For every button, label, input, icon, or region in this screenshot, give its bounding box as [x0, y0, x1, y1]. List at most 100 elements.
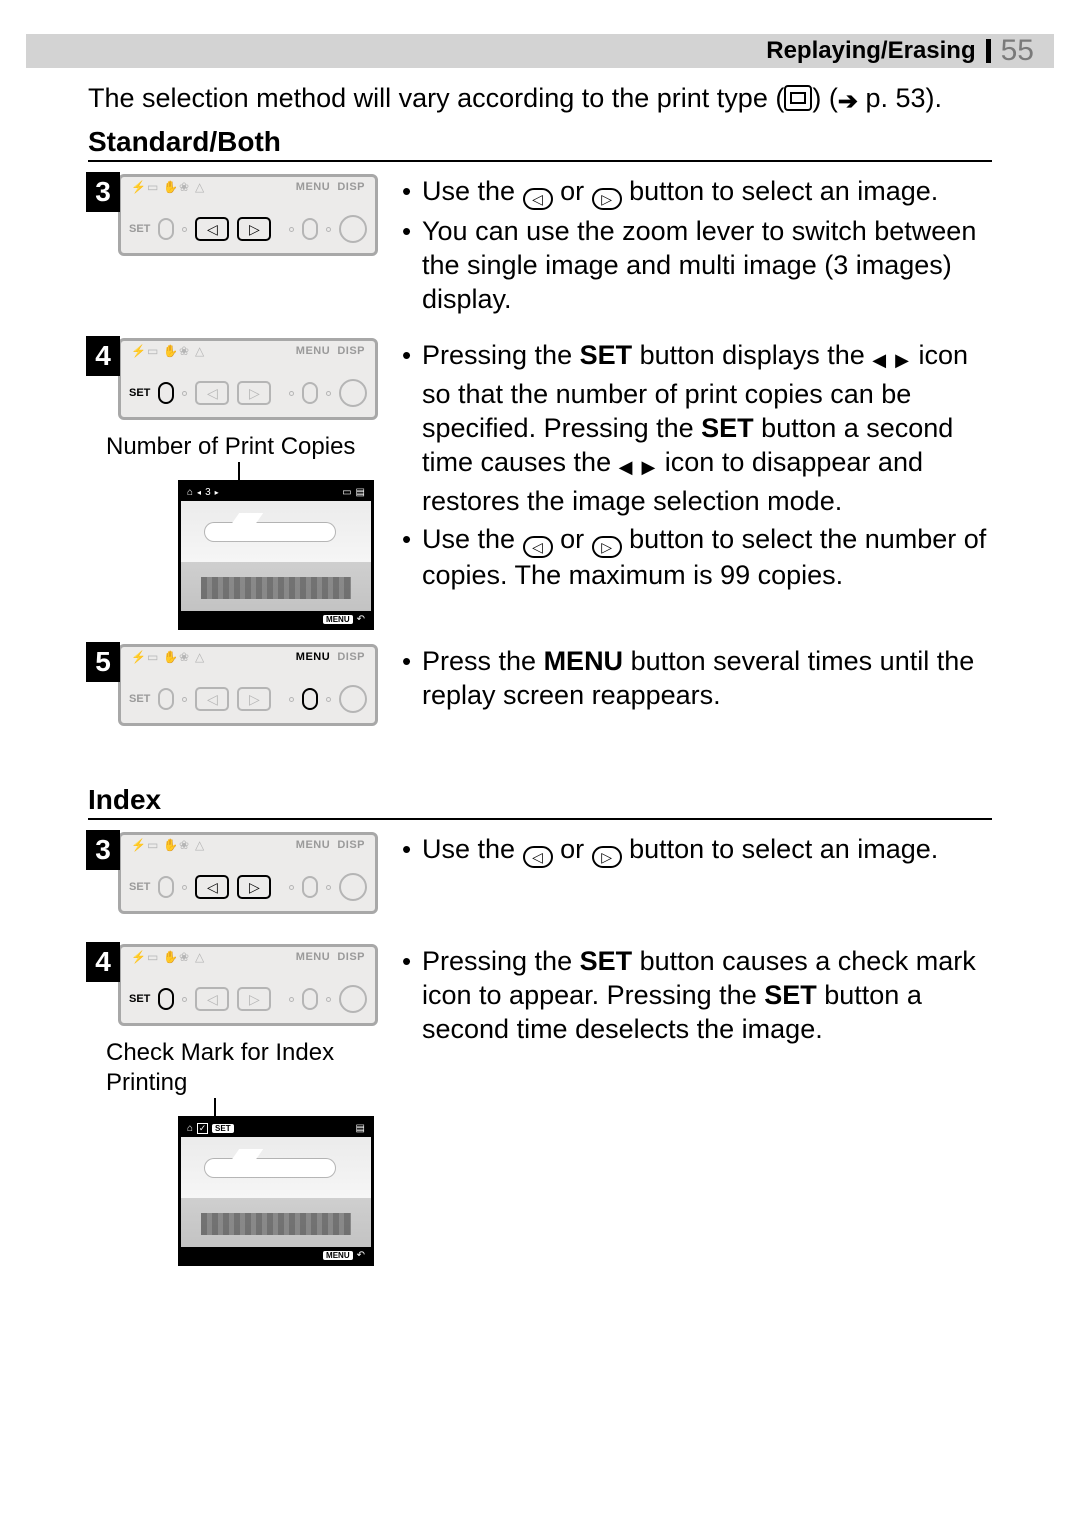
lcd-preview-copies: ⌂◂3▸ ▭▤ MENU↶ — [178, 480, 374, 630]
bullet-press-menu: Press the MENU button several times unti… — [402, 644, 992, 712]
led-dot — [326, 391, 331, 396]
row-standard-4: 4 ⚡▭✋❀△ MENU DISP SET ◁ ▷ — [88, 338, 992, 630]
step-badge-3-index: 3 — [86, 830, 120, 870]
left-button-graphic: ◁ — [195, 875, 229, 899]
undo-icon: ↶ — [357, 614, 365, 625]
led-dot — [182, 997, 187, 1002]
right-button-icon: ▷ — [592, 846, 622, 868]
bullet-set-displays: Pressing the SET button displays the ◀ ▶… — [402, 338, 992, 518]
left-button-graphic: ◁ — [195, 987, 229, 1011]
caption-print-copies: Number of Print Copies — [106, 432, 378, 462]
row-standard-3: 3 ⚡▭✋❀△ MENU DISP SET ◁ ▷ — [88, 174, 992, 320]
led-dot — [326, 697, 331, 702]
led-dot — [326, 227, 331, 232]
menu-label: MENU — [296, 951, 330, 963]
step-badge-4: 4 — [86, 336, 120, 376]
intro-text: The selection method will vary according… — [88, 80, 992, 120]
caption-check-mark: Check Mark for Index Printing — [106, 1038, 378, 1098]
row-index-4: 4 ⚡▭✋❀△ MENU DISP SET ◁ ▷ — [88, 944, 992, 1266]
left-button-icon: ◁ — [523, 188, 553, 210]
list-icon: ▤ — [356, 1123, 365, 1134]
lcd-preview-checkmark: ⌂✓SET ▤ MENU↶ — [178, 1116, 374, 1266]
print-type-icon — [784, 85, 812, 111]
disp-button-graphic — [339, 985, 367, 1013]
disp-button-graphic — [339, 215, 367, 243]
led-dot — [289, 697, 294, 702]
copy-count: 3 — [205, 487, 211, 498]
menu-label: MENU — [296, 839, 330, 851]
led-dot — [326, 885, 331, 890]
disp-button-graphic — [339, 379, 367, 407]
led-dot — [289, 227, 294, 232]
set-label: SET — [129, 223, 150, 235]
bullet-index-set: Pressing the SET button causes a check m… — [402, 944, 992, 1046]
left-button-icon: ◁ — [523, 846, 553, 868]
menu-chip: MENU — [323, 615, 353, 624]
page-content: The selection method will vary according… — [88, 80, 992, 1284]
set-label: SET — [129, 693, 150, 705]
button-panel-step4: ⚡▭✋❀△ MENU DISP SET ◁ ▷ — [118, 338, 378, 420]
set-label: SET — [129, 881, 150, 893]
page-header: Replaying/Erasing 55 — [26, 34, 1054, 68]
set-button-graphic — [158, 382, 174, 404]
right-button-icon: ▷ — [592, 188, 622, 210]
heading-index: Index — [88, 784, 992, 820]
led-dot — [289, 885, 294, 890]
left-right-triangles-icon: ◀ ▶ — [872, 350, 911, 370]
intro-part-c: p. 53). — [858, 83, 942, 113]
disp-button-graphic — [339, 873, 367, 901]
left-right-triangles-icon: ◀ ▶ — [619, 457, 658, 477]
bullet-select-copies: Use the ◁ or ▷ button to select the numb… — [402, 522, 992, 592]
bullet-zoom-lever: You can use the zoom lever to switch bet… — [402, 214, 992, 316]
set-chip: SET — [212, 1124, 234, 1133]
led-dot — [182, 885, 187, 890]
undo-icon: ↶ — [357, 1250, 365, 1261]
right-button-graphic: ▷ — [237, 987, 271, 1011]
set-button-graphic — [158, 988, 174, 1010]
page-number: 55 — [1001, 34, 1034, 68]
step-badge-5: 5 — [86, 642, 120, 682]
led-dot — [326, 997, 331, 1002]
bullet-index-select: Use the ◁ or ▷ button to select an image… — [402, 832, 992, 868]
menu-button-graphic — [302, 688, 318, 710]
step-badge-4-index: 4 — [86, 942, 120, 982]
row-standard-5: 5 ⚡▭✋❀△ MENU DISP SET ◁ ▷ — [88, 644, 992, 738]
set-button-graphic — [158, 876, 174, 898]
check-mark-icon: ✓ — [197, 1123, 208, 1134]
disp-label: DISP — [337, 651, 365, 663]
right-button-graphic: ▷ — [237, 381, 271, 405]
menu-label: MENU — [296, 651, 330, 663]
right-button-icon: ▷ — [592, 536, 622, 558]
set-label: SET — [129, 387, 150, 399]
led-dot — [289, 391, 294, 396]
set-label: SET — [129, 993, 150, 1005]
callout-line — [214, 1098, 216, 1116]
left-button-graphic: ◁ — [195, 217, 229, 241]
menu-button-graphic — [302, 382, 318, 404]
right-button-graphic: ▷ — [237, 217, 271, 241]
menu-label: MENU — [296, 345, 330, 357]
right-button-graphic: ▷ — [237, 875, 271, 899]
menu-label: MENU — [296, 181, 330, 193]
callout-line — [238, 462, 240, 480]
disp-label: DISP — [337, 345, 365, 357]
set-button-graphic — [158, 688, 174, 710]
step-badge-3: 3 — [86, 172, 120, 212]
menu-chip: MENU — [323, 1251, 353, 1260]
left-button-graphic: ◁ — [195, 381, 229, 405]
right-button-graphic: ▷ — [237, 687, 271, 711]
button-panel-step3: ⚡▭✋❀△ MENU DISP SET ◁ ▷ — [118, 174, 378, 256]
led-dot — [182, 227, 187, 232]
camera-icon: ⌂ — [187, 487, 193, 498]
disp-label: DISP — [337, 839, 365, 851]
section-label: Replaying/Erasing — [766, 37, 975, 65]
left-button-icon: ◁ — [523, 536, 553, 558]
disp-label: DISP — [337, 181, 365, 193]
menu-button-graphic — [302, 876, 318, 898]
heading-standard-both: Standard/Both — [88, 126, 992, 162]
disp-label: DISP — [337, 951, 365, 963]
menu-button-graphic — [302, 218, 318, 240]
led-dot — [182, 391, 187, 396]
list-icon: ▤ — [356, 487, 365, 498]
button-panel-step5: ⚡▭✋❀△ MENU DISP SET ◁ ▷ — [118, 644, 378, 726]
